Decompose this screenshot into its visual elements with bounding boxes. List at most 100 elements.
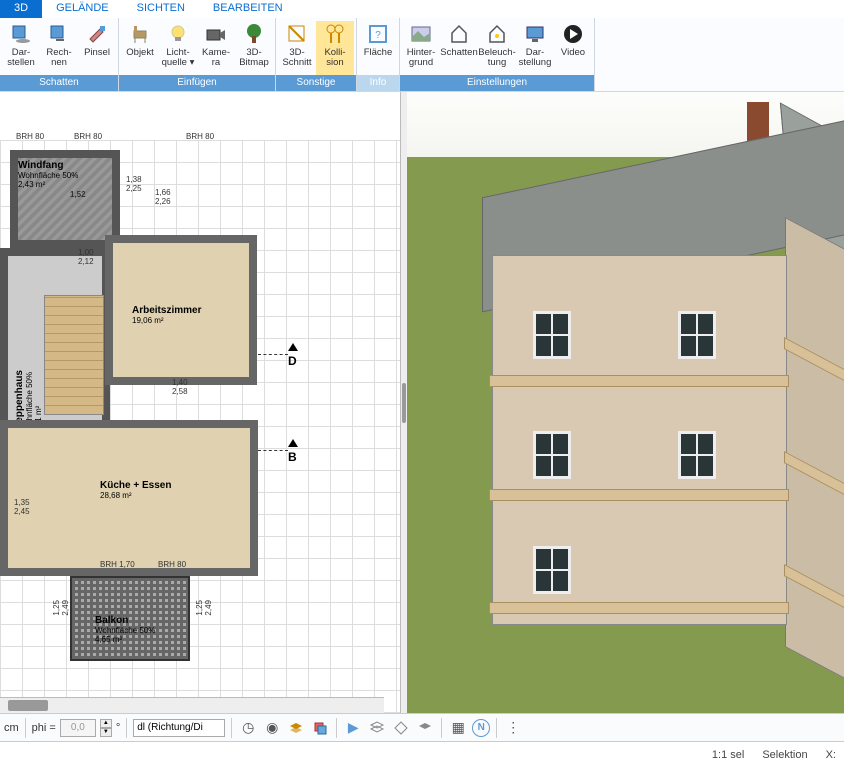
ribbon: Dar-stellen Rech-nen Pinsel Schatten Obj…	[0, 18, 844, 92]
ribbon-group-einfuegen: Objekt Licht-quelle ▾ Kame-ra 3D-Bitmap …	[119, 18, 276, 91]
3d-bitmap-button[interactable]: 3D-Bitmap	[235, 21, 273, 75]
flaeche-button[interactable]: ?Fläche	[359, 21, 397, 75]
separator	[25, 718, 26, 738]
dim-label: 1,382,25	[126, 175, 142, 193]
window-icon	[533, 546, 571, 594]
tab-3d[interactable]: 3D	[0, 0, 42, 18]
pinsel-button[interactable]: Pinsel	[78, 21, 116, 75]
bottom-toolbar: cm phi = ▲▼ ° ◷ ◉ ▶ ▦ N ⋮	[0, 713, 844, 741]
area-icon: ?	[366, 22, 390, 46]
separator	[441, 718, 442, 738]
target-icon[interactable]: ◉	[262, 718, 282, 738]
ribbon-group-info: ?Fläche Info	[357, 18, 400, 91]
window-icon	[533, 311, 571, 359]
arbeitszimmer-label: Arbeitszimmer 19,06 m²	[132, 305, 201, 325]
menu-dots-icon[interactable]: ⋮	[503, 718, 523, 738]
tree-icon	[242, 22, 266, 46]
objekt-button[interactable]: Objekt	[121, 21, 159, 75]
chair-icon	[128, 22, 152, 46]
house-3d[interactable]	[517, 127, 844, 627]
window-icon	[678, 311, 716, 359]
phi-label: phi =	[32, 722, 56, 734]
unit-label: cm	[4, 722, 19, 734]
monitor-icon	[523, 22, 547, 46]
svg-text:?: ?	[375, 30, 381, 41]
separator	[126, 718, 127, 738]
selection-display: Selektion	[762, 749, 807, 761]
deg-label: °	[116, 722, 120, 734]
lichtquelle-button[interactable]: Licht-quelle ▾	[159, 21, 197, 75]
dim-label: 1,352,45	[14, 498, 30, 516]
ribbon-group-sonstige: 3D-Schnitt Kolli-sion Sonstige	[276, 18, 357, 91]
separator	[336, 718, 337, 738]
spin-up[interactable]: ▲	[100, 719, 112, 728]
landscape-icon	[409, 22, 433, 46]
3d-schnitt-button[interactable]: 3D-Schnitt	[278, 21, 316, 75]
section-line	[258, 354, 288, 355]
schatten-settings-button[interactable]: Schatten	[440, 21, 478, 75]
hintergrund-button[interactable]: Hinter-grund	[402, 21, 440, 75]
windfang-label: Windfang Wohnfläche 50% 2,43 m²	[18, 160, 78, 189]
dim-label: BRH 80	[158, 560, 186, 569]
kollision-button[interactable]: Kolli-sion	[316, 21, 354, 75]
section-d: D	[288, 340, 304, 368]
section-line	[258, 450, 288, 451]
beleuchtung-button[interactable]: Beleuch-tung	[478, 21, 516, 75]
brh-label: BRH 80	[74, 132, 102, 141]
3d-view-panel[interactable]	[407, 92, 844, 713]
tab-gelaende[interactable]: GELÄNDE	[42, 0, 123, 18]
house-shadow-icon	[447, 22, 471, 46]
layers2-icon[interactable]	[415, 718, 435, 738]
dim-label: 1,662,26	[155, 188, 171, 206]
darstellung-button[interactable]: Dar-stellung	[516, 21, 554, 75]
house-light-icon	[485, 22, 509, 46]
video-button[interactable]: Video	[554, 21, 592, 75]
dim-label: 1,002,12	[78, 248, 94, 266]
floor-slab	[489, 602, 789, 614]
ribbon-group-einstellungen: Hinter-grund Schatten Beleuch-tung Dar-s…	[400, 18, 595, 91]
scale-display: 1:1 sel	[712, 749, 744, 761]
dim-label: 1,252,49	[195, 600, 213, 616]
diamond-icon[interactable]	[391, 718, 411, 738]
dim-label: 1,252,49	[52, 600, 70, 616]
floorplan-panel[interactable]: BRH 80 BRH 80 BRH 80 Windfang Wohnfläche…	[0, 92, 401, 713]
spin-down[interactable]: ▼	[100, 728, 112, 737]
cube-calc-icon	[47, 22, 71, 46]
brh-label: BRH 80	[186, 132, 214, 141]
brush-icon	[85, 22, 109, 46]
cube-shadow-icon	[9, 22, 33, 46]
kueche-label: Küche + Essen 28,68 m²	[100, 480, 171, 500]
tab-strip: 3D GELÄNDE SICHTEN BEARBEITEN	[0, 0, 844, 18]
horizontal-scrollbar[interactable]	[0, 697, 384, 713]
copy-icon[interactable]	[310, 718, 330, 738]
pointer-icon[interactable]: ▶	[343, 718, 363, 738]
direction-field[interactable]	[133, 719, 225, 737]
separator	[496, 718, 497, 738]
grid-icon[interactable]: ▦	[448, 718, 468, 738]
workspace: BRH 80 BRH 80 BRH 80 Windfang Wohnfläche…	[0, 92, 844, 713]
stack-icon[interactable]	[367, 718, 387, 738]
clock-icon[interactable]: ◷	[238, 718, 258, 738]
window-icon	[533, 431, 571, 479]
tab-sichten[interactable]: SICHTEN	[123, 0, 199, 18]
floorplan-canvas[interactable]: BRH 80 BRH 80 BRH 80 Windfang Wohnfläche…	[0, 140, 400, 713]
section-icon	[285, 22, 309, 46]
layers-icon[interactable]	[286, 718, 306, 738]
splitter-grip[interactable]	[402, 383, 406, 423]
rechnen-button[interactable]: Rech-nen	[40, 21, 78, 75]
phi-spinner[interactable]: ▲▼	[100, 719, 112, 737]
floor-slab	[489, 375, 789, 387]
balkon-label: Balkon Wohnfläche 50% 4,65 m²	[95, 615, 155, 644]
kamera-button[interactable]: Kame-ra	[197, 21, 235, 75]
bulb-icon	[166, 22, 190, 46]
separator	[231, 718, 232, 738]
window-icon	[678, 431, 716, 479]
scroll-thumb[interactable]	[8, 700, 48, 711]
darstellen-button[interactable]: Dar-stellen	[2, 21, 40, 75]
collision-icon	[323, 22, 347, 46]
north-badge[interactable]: N	[472, 719, 490, 737]
play-icon	[561, 22, 585, 46]
floor-slab	[489, 489, 789, 501]
phi-input[interactable]	[60, 719, 96, 737]
tab-bearbeiten[interactable]: BEARBEITEN	[199, 0, 297, 18]
